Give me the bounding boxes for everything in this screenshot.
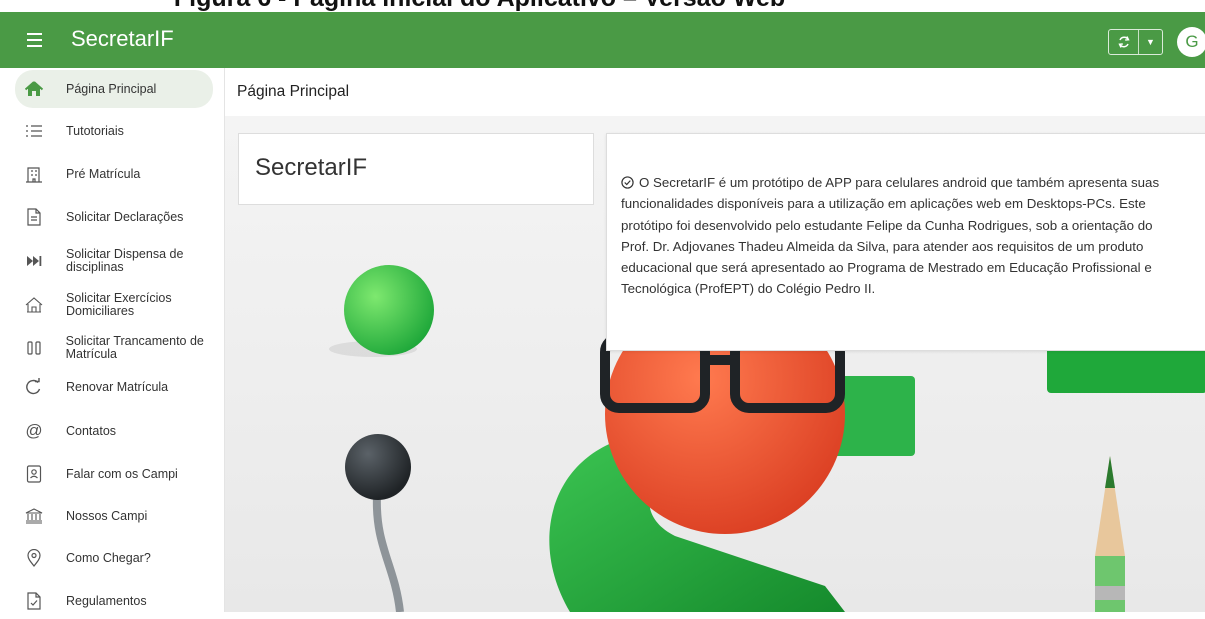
pause-icon	[23, 337, 45, 359]
sidebar-item-solicitar-dispensa[interactable]: Solicitar Dispensa de disciplinas	[15, 242, 213, 280]
info-text: O SecretarIF é um protótipo de APP para …	[621, 175, 1160, 297]
refresh-icon	[23, 376, 45, 398]
sidebar-item-label: Regulamentos	[66, 593, 147, 608]
map-pin-icon	[23, 547, 45, 569]
sidebar-item-exercicios-domiciliares[interactable]: Solicitar Exercícios Domiciliares	[15, 286, 213, 324]
title-card: SecretarIF	[238, 133, 594, 205]
sidebar-item-renovar-matricula[interactable]: Renovar Matrícula	[15, 369, 213, 405]
figure-caption: Figura 6 - Página inicial do Aplicativo …	[0, 0, 1205, 12]
file-check-icon	[23, 590, 45, 612]
sidebar-item-contatos[interactable]: @ Contatos	[15, 413, 213, 449]
sidebar-item-label: Pré Matrícula	[66, 166, 141, 181]
sidebar-item-label: Renovar Matrícula	[66, 379, 169, 394]
sidebar: Página Principal Tutotoriais Pré Matrícu…	[0, 68, 224, 612]
sidebar-item-label: Falar com os Campi	[66, 466, 178, 481]
avatar[interactable]: G	[1177, 27, 1205, 57]
institution-icon	[23, 505, 45, 527]
sidebar-item-pagina-principal[interactable]: Página Principal	[15, 70, 213, 108]
sidebar-item-label: Página Principal	[66, 81, 157, 96]
document-icon	[23, 206, 45, 228]
caret-down-icon[interactable]: ▼	[1139, 30, 1162, 54]
sidebar-item-tutoriais[interactable]: Tutotoriais	[15, 113, 213, 149]
at-icon: @	[25, 421, 43, 440]
sidebar-item-label: Contatos	[66, 423, 117, 438]
info-paragraph: O SecretarIF é um protótipo de APP para …	[621, 172, 1181, 300]
sidebar-item-label: Como Chegar?	[66, 550, 151, 565]
main-content: Página Principal SecretarIF O SecretarIF…	[224, 68, 1205, 612]
contact-card-icon	[23, 463, 45, 485]
sidebar-item-label: Tutotoriais	[66, 123, 124, 138]
list-icon	[23, 120, 45, 142]
app-title: SecretarIF	[71, 26, 174, 51]
home-icon	[23, 78, 45, 100]
card-title: SecretarIF	[255, 154, 368, 181]
sidebar-item-regulamentos[interactable]: Regulamentos	[15, 583, 213, 619]
sync-button[interactable]	[1109, 30, 1138, 54]
sidebar-item-label: Nossos Campi	[66, 508, 148, 523]
sidebar-item-como-chegar[interactable]: Como Chegar?	[15, 540, 213, 576]
building-icon	[23, 163, 45, 185]
hamburger-menu-icon[interactable]	[27, 29, 43, 49]
sidebar-item-label: Solicitar Trancamento de Matrícula	[65, 334, 204, 361]
sidebar-item-pre-matricula[interactable]: Pré Matrícula	[15, 156, 213, 192]
sidebar-item-label: Solicitar Declarações	[66, 209, 184, 224]
sidebar-item-label: Solicitar Exercícios Domiciliares	[66, 291, 172, 318]
sidebar-item-trancamento-matricula[interactable]: Solicitar Trancamento de Matrícula	[15, 329, 213, 367]
fast-forward-icon	[23, 250, 45, 272]
hero-banner: SecretarIF O SecretarIF é um protótipo d…	[225, 116, 1205, 612]
check-circle-icon	[621, 176, 634, 189]
top-app-bar: SecretarIF ▼ G	[0, 12, 1205, 68]
house-icon	[23, 294, 45, 316]
info-card: O SecretarIF é um protótipo de APP para …	[606, 133, 1205, 351]
sidebar-item-solicitar-declaracoes[interactable]: Solicitar Declarações	[15, 199, 213, 235]
sidebar-item-nossos-campi[interactable]: Nossos Campi	[15, 498, 213, 534]
sync-icon	[1117, 36, 1130, 48]
sync-button-group: ▼	[1108, 29, 1163, 55]
sidebar-item-label: Solicitar Dispensa de disciplinas	[66, 247, 184, 274]
breadcrumb: Página Principal	[237, 83, 350, 100]
sidebar-item-falar-com-campi[interactable]: Falar com os Campi	[15, 456, 213, 492]
breadcrumb-bar: Página Principal	[225, 68, 1205, 117]
